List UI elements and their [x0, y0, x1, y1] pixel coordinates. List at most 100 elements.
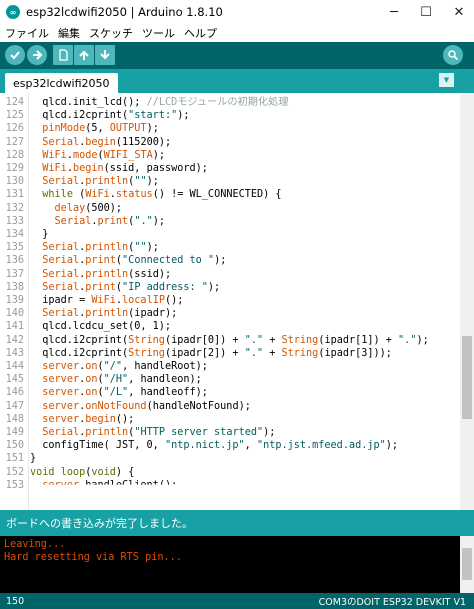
upload-button[interactable] — [27, 45, 47, 65]
line-number: 147 — [5, 400, 24, 412]
line-number: 141 — [5, 321, 24, 333]
line-number: 134 — [5, 229, 24, 240]
line-code: qlcd.i2cprint(String(ipadr[0]) + "." + S… — [30, 334, 429, 346]
menu-tools[interactable]: ツール — [142, 25, 175, 41]
line-code: qlcd.init_lcd(); //LCDモジュールの初期化処理 — [30, 97, 289, 108]
line-number: 137 — [5, 268, 24, 280]
line-number: 136 — [5, 255, 24, 267]
line-number: 140 — [5, 308, 24, 320]
code-line: 133 Serial.print("."); — [0, 215, 460, 228]
cursor-line-number: 150 — [6, 595, 25, 607]
tab-menu-button[interactable]: ▼ — [439, 73, 454, 87]
line-number: 133 — [5, 215, 24, 227]
code-line: 124 qlcd.init_lcd(); //LCDモジュールの初期化処理 — [0, 96, 460, 109]
console-scrollbar[interactable] — [460, 536, 474, 593]
maximize-button[interactable]: ☐ — [411, 0, 441, 24]
code-line: 139 ipadr = WiFi.localIP(); — [0, 294, 460, 307]
console-output[interactable]: Leaving... Hard resetting via RTS pin... — [0, 536, 474, 593]
editor-scrollbar[interactable] — [460, 93, 474, 510]
line-number: 125 — [5, 110, 24, 122]
code-line: 141 qlcd.lcdcu_set(0, 1); — [0, 320, 460, 333]
line-code: delay(500); — [54, 202, 123, 214]
line-number: 128 — [5, 149, 24, 161]
info-bar: 150 COM3のDOIT ESP32 DEVKIT V1 — [0, 593, 474, 609]
menu-bar: ファイル 編集 スケッチ ツール ヘルプ — [0, 24, 474, 42]
verify-button[interactable] — [5, 45, 25, 65]
line-code: server.handleClient(); — [42, 479, 178, 491]
upload-icon — [33, 50, 43, 60]
code-line: 135 Serial.println(""); — [0, 241, 460, 254]
code-line: 125 qlcd.i2cprint("start:"); — [0, 109, 460, 122]
line-number: 143 — [5, 347, 24, 359]
line-code: } — [30, 453, 37, 465]
line-code: Serial.print("Connected to "); — [42, 255, 227, 267]
code-line: 148 server.begin(); — [0, 413, 460, 426]
verify-icon — [10, 51, 20, 60]
line-code: server.on("/H", handleon); — [42, 374, 202, 386]
code-line: 130 Serial.println(""); — [0, 175, 460, 188]
line-number: 148 — [5, 413, 24, 425]
close-button[interactable]: ✕ — [444, 0, 474, 24]
line-number: 132 — [5, 202, 24, 214]
code-line: 142 qlcd.i2cprint(String(ipadr[0]) + "."… — [0, 334, 460, 347]
console-scroll-thumb[interactable] — [462, 548, 472, 580]
line-code: qlcd.i2cprint("start:"); — [30, 110, 190, 122]
code-line: 126 pinMode(5, OUTPUT); — [0, 122, 460, 135]
line-code: void loop(void) { — [30, 466, 135, 478]
code-line: 150 configTime( JST, 0, "ntp.nict.jp", "… — [0, 439, 460, 452]
line-code: server.onNotFound(handleNotFound); — [42, 400, 251, 412]
new-sketch-icon — [59, 49, 68, 61]
code-line: 129 WiFi.begin(ssid, password); — [0, 162, 460, 175]
code-line: 153 server.handleClient(); — [0, 479, 460, 492]
serial-monitor-icon — [448, 50, 459, 61]
tab-esp32lcdwifi2050[interactable]: esp32lcdwifi2050 — [5, 73, 118, 93]
line-number: 135 — [5, 242, 24, 254]
line-number: 151 — [5, 453, 24, 465]
code-line: 127 Serial.begin(115200); — [0, 136, 460, 149]
line-code: Serial.print("."); — [54, 215, 165, 227]
line-code: Serial.println("HTTP server started"); — [42, 427, 276, 438]
serial-monitor-button[interactable] — [443, 45, 463, 65]
line-code: Serial.print("IP address: "); — [42, 281, 221, 293]
chevron-down-icon: ▼ — [443, 76, 450, 84]
line-number: 146 — [5, 387, 24, 399]
line-code: configTime( JST, 0, "ntp.nict.jp", "ntp.… — [30, 440, 399, 452]
line-number: 144 — [5, 361, 24, 372]
line-number: 139 — [5, 295, 24, 306]
open-icon — [79, 50, 89, 60]
line-code: WiFi.begin(ssid, password); — [42, 163, 208, 174]
window-title: esp32lcdwifi2050 | Arduino 1.8.10 — [26, 5, 223, 19]
line-number: 130 — [5, 176, 24, 188]
menu-edit[interactable]: 編集 — [58, 25, 80, 41]
line-code: pinMode(5, OUTPUT); — [42, 123, 159, 135]
code-line: 145 server.on("/H", handleon); — [0, 373, 460, 386]
editor-scroll-thumb[interactable] — [462, 336, 472, 419]
code-line: 136 Serial.print("Connected to "); — [0, 254, 460, 267]
code-line: 128 WiFi.mode(WIFI_STA); — [0, 149, 460, 162]
save-button[interactable] — [95, 45, 115, 65]
line-number: 124 — [5, 97, 24, 108]
line-number: 150 — [5, 440, 24, 452]
line-number: 138 — [5, 281, 24, 293]
save-icon — [100, 50, 110, 60]
line-code: Serial.println(""); — [42, 242, 159, 254]
code-line: 143 qlcd.i2cprint(String(ipadr[2]) + "."… — [0, 347, 460, 360]
minimize-button[interactable]: ─ — [379, 0, 409, 24]
console-line: Leaving... — [4, 539, 66, 550]
code-line: 151} — [0, 452, 460, 465]
line-code: Serial.println(ssid); — [42, 268, 172, 280]
line-number: 127 — [5, 136, 24, 148]
menu-help[interactable]: ヘルプ — [184, 25, 217, 41]
code-editor[interactable]: 124 qlcd.init_lcd(); //LCDモジュールの初期化処理 125… — [0, 93, 474, 510]
line-code: while (WiFi.status() != WL_CONNECTED) { — [42, 189, 282, 201]
code-line: 149 Serial.println("HTTP server started"… — [0, 426, 460, 439]
menu-file[interactable]: ファイル — [5, 25, 49, 41]
new-sketch-button[interactable] — [53, 45, 73, 65]
open-button[interactable] — [74, 45, 94, 65]
menu-sketch[interactable]: スケッチ — [89, 25, 133, 41]
code-line: 147 server.onNotFound(handleNotFound); — [0, 400, 460, 413]
board-port-info: COM3のDOIT ESP32 DEVKIT V1 — [318, 597, 466, 608]
line-code: qlcd.i2cprint(String(ipadr[2]) + "." + S… — [30, 347, 392, 359]
line-number: 153 — [5, 479, 24, 491]
status-message: ボードへの書き込みが完了しました。 — [6, 517, 193, 530]
